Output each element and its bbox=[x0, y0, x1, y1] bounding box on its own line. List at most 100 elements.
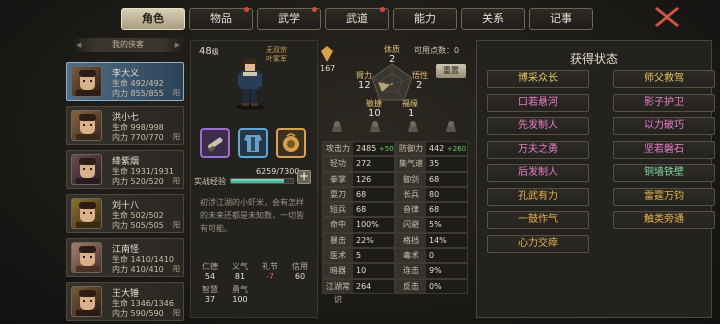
agility-value: 10 bbox=[368, 108, 381, 119]
add-exp-button[interactable]: + bbox=[297, 170, 311, 184]
stat-number: 272 bbox=[356, 159, 372, 169]
virtue-value: 81 bbox=[234, 272, 246, 281]
character-card[interactable]: 王大锤 生命 1346/1346 内力 590/590 阳 bbox=[66, 282, 184, 321]
skill-slots bbox=[330, 120, 496, 134]
tab-2[interactable]: 武学 bbox=[257, 7, 321, 30]
status-effect-button[interactable]: 雷霆万钧 bbox=[613, 187, 715, 206]
stat-value: 68 bbox=[353, 203, 394, 217]
tab-label: 武道 bbox=[346, 12, 368, 25]
stat-label: 江湖常识 bbox=[323, 279, 353, 304]
character-card[interactable]: 绛紫烟 生命 1931/1931 内力 520/520 阳 bbox=[66, 150, 184, 189]
virtue-item: 勇气 100 bbox=[225, 285, 255, 305]
armor-icon bbox=[244, 135, 262, 152]
character-tag: 阳 bbox=[173, 309, 180, 317]
stat-label: 反击 bbox=[396, 279, 426, 293]
status-effect-button[interactable]: 万夫之勇 bbox=[487, 140, 589, 159]
status-effect-button[interactable]: 影子护卫 bbox=[613, 93, 715, 112]
stat-number: 22% bbox=[356, 235, 374, 245]
virtue-value: 60 bbox=[294, 272, 306, 281]
character-card[interactable]: 李大义 生命 492/492 内力 855/855 阳 bbox=[66, 62, 184, 101]
character-card[interactable]: 江南怪 生命 1410/1410 内力 410/410 阳 bbox=[66, 238, 184, 277]
character-mp: 内力 505/505 bbox=[112, 221, 164, 230]
status-effect-button[interactable]: 先发制人 bbox=[487, 117, 589, 135]
stat-cell: 轻功 272 bbox=[322, 156, 395, 172]
character-card[interactable]: 刘十八 生命 502/502 内力 505/505 阳 bbox=[66, 194, 184, 233]
stat-cell: 暴击 22% bbox=[322, 232, 395, 249]
stat-cell: 格挡 14% bbox=[395, 232, 468, 249]
virtue-label: 礼节 bbox=[262, 262, 278, 271]
character-tag: 阳 bbox=[173, 221, 180, 229]
status-effect-button[interactable]: 以力破巧 bbox=[613, 117, 715, 135]
tab-1[interactable]: 物品 bbox=[189, 7, 253, 30]
slot-icon[interactable] bbox=[368, 120, 382, 134]
tab-bar: 角色 物品 武学 武道 能力 关系 记事 bbox=[121, 7, 593, 32]
status-effect-button[interactable]: 后发制人 bbox=[487, 164, 589, 182]
avatar bbox=[71, 198, 102, 229]
tab-6[interactable]: 记事 bbox=[529, 8, 593, 30]
stat-label: 命中 bbox=[323, 218, 353, 232]
character-mp: 内力 520/520 bbox=[112, 177, 164, 186]
virtue-item: 义气 81 bbox=[225, 262, 255, 282]
slot-icon[interactable] bbox=[406, 120, 420, 134]
stat-number: 442 bbox=[429, 144, 445, 153]
stats-row: 命中 100% 闪避 5% bbox=[322, 217, 468, 233]
stat-number: 35 bbox=[429, 159, 440, 169]
stat-number: 14% bbox=[429, 235, 447, 245]
accessory-slot[interactable] bbox=[276, 128, 306, 158]
status-effect-button[interactable]: 一鼓作气 bbox=[487, 211, 589, 229]
status-effect-button[interactable]: 坚若磐石 bbox=[613, 140, 715, 159]
reset-button[interactable]: 重置 bbox=[436, 64, 466, 78]
stat-value: 68 bbox=[426, 172, 467, 186]
status-panel-title: 获得状态 bbox=[569, 52, 618, 66]
tab-0[interactable]: 角色 bbox=[121, 8, 185, 30]
tab-4[interactable]: 能力 bbox=[393, 8, 457, 30]
stat-number: 5% bbox=[429, 220, 442, 230]
portrait-face-icon bbox=[76, 246, 99, 272]
stat-value: 0 bbox=[426, 249, 467, 263]
status-effect-button[interactable]: 师父救驾 bbox=[613, 70, 715, 88]
character-tag: 阳 bbox=[173, 89, 180, 97]
stat-cell: 拳掌 126 bbox=[322, 171, 395, 187]
close-icon[interactable] bbox=[654, 5, 680, 29]
character-mp: 内力 590/590 bbox=[112, 309, 164, 318]
status-effect-button[interactable]: 触类旁通 bbox=[613, 211, 715, 229]
status-effect-button[interactable]: 心力交瘁 bbox=[487, 234, 589, 253]
stat-value: 126 bbox=[353, 172, 394, 186]
tab-label: 武学 bbox=[278, 12, 300, 25]
weapon-slot[interactable] bbox=[200, 128, 230, 158]
stat-value: 14% bbox=[426, 233, 467, 248]
stat-cell: 短兵 68 bbox=[322, 202, 395, 218]
status-effect-button[interactable]: 博采众长 bbox=[487, 70, 589, 88]
stat-label: 暗器 bbox=[323, 264, 353, 278]
character-card[interactable]: 洪小七 生命 998/998 内力 770/770 阳 bbox=[66, 106, 184, 145]
stat-label: 拳掌 bbox=[323, 172, 353, 186]
avatar bbox=[71, 242, 102, 273]
virtue-label: 义气 bbox=[232, 262, 248, 271]
stat-cell: 音律 68 bbox=[395, 202, 468, 218]
stat-value: 35 bbox=[426, 157, 467, 171]
stat-number: 10 bbox=[356, 266, 367, 276]
status-effect-button[interactable]: 口若悬河 bbox=[487, 93, 589, 112]
stat-label: 防御力 bbox=[396, 142, 426, 156]
weapon-icon bbox=[208, 137, 223, 152]
tab-3[interactable]: 武道 bbox=[325, 7, 389, 30]
stat-label: 闪避 bbox=[396, 218, 426, 232]
avatar bbox=[71, 66, 102, 97]
stat-number: 9% bbox=[429, 266, 442, 276]
character-mp: 内力 410/410 bbox=[112, 265, 164, 274]
stats-row: 拳掌 126 御剑 68 bbox=[322, 171, 468, 187]
status-effect-button[interactable]: 铜墙铁壁 bbox=[613, 164, 715, 182]
stat-label: 短兵 bbox=[323, 203, 353, 217]
stat-cell: 防御力 442 +260 bbox=[395, 141, 468, 157]
status-effect-button[interactable]: 孔武有力 bbox=[487, 187, 589, 206]
stat-number: 68 bbox=[356, 189, 367, 199]
stat-number: 68 bbox=[429, 174, 440, 184]
stat-label: 集气速度 bbox=[396, 157, 426, 181]
avatar bbox=[71, 286, 102, 317]
slot-icon[interactable] bbox=[330, 120, 344, 134]
virtue-item: 仁德 54 bbox=[195, 262, 225, 282]
slot-icon[interactable] bbox=[444, 120, 458, 134]
armor-slot[interactable] bbox=[238, 128, 268, 158]
avatar bbox=[71, 110, 102, 141]
tab-5[interactable]: 关系 bbox=[461, 8, 525, 30]
